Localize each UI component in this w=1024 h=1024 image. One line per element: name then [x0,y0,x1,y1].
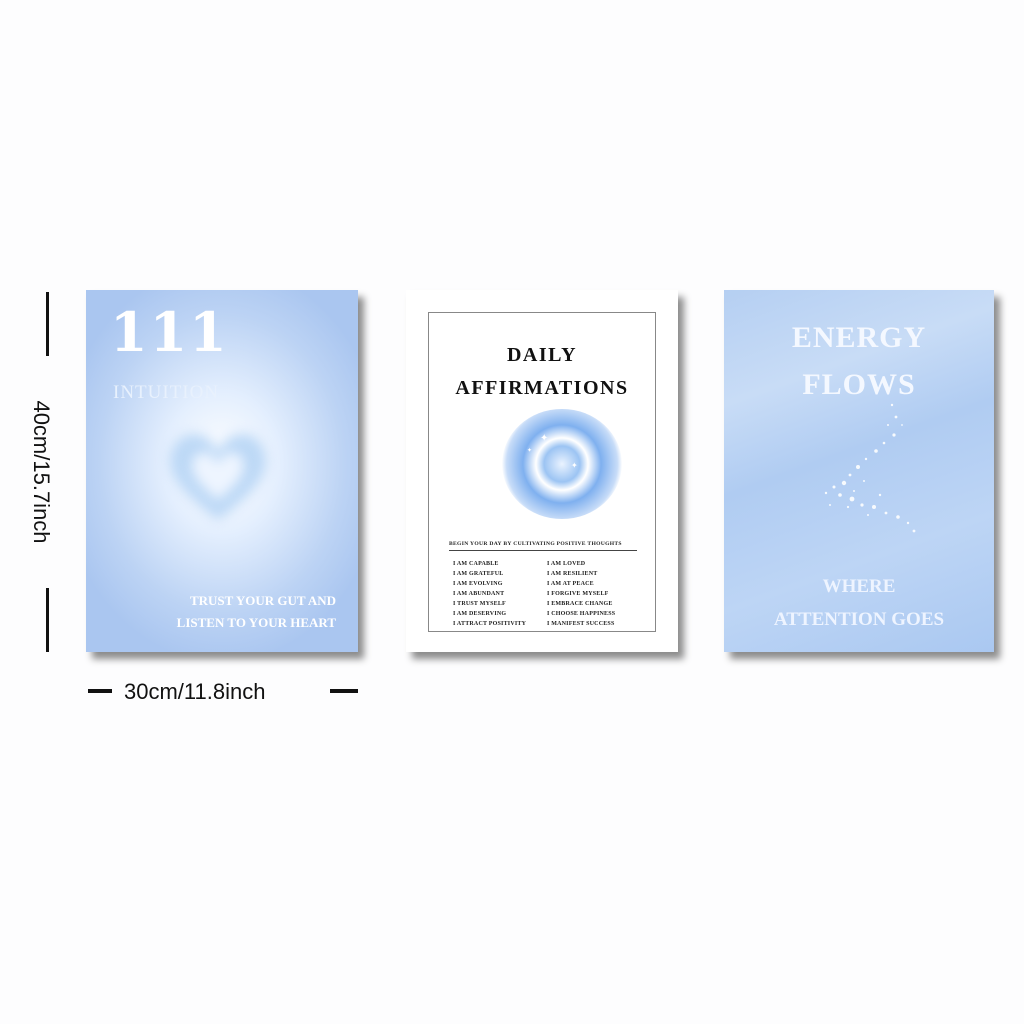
affirmation-item: I CHOOSE HAPPINESS [547,611,616,617]
height-label: 40cm/15.7inch [29,400,54,544]
affirmation-item: I AM GRATEFUL [453,571,504,577]
poster-title: DAILY AFFIRMATIONS [429,339,655,405]
title-line-1: DAILY [506,344,578,366]
affirmation-item: I AM LOVED [547,561,586,567]
height-bar-top [46,292,49,356]
sparkle-icon: ✦ [540,433,549,444]
heart-icon [158,420,278,530]
poster-subtitle: INTUITION [113,382,220,403]
affirmation-item: I ATTRACT POSITIVITY [453,621,527,627]
poster-energy-flows: ENERGY FLOWS WHERE ATTENTION GOES [724,290,994,652]
subtitle-line-1: WHERE [822,576,896,597]
title-line-1: ENERGY [791,321,927,354]
title-line-2: AFFIRMATIONS [455,377,629,399]
poster-intuition: 111 INTUITION TRUST YOUR GUT AND LISTEN … [86,290,358,652]
affirmations-left: I AM CAPABLE I AM GRATEFUL I AM EVOLVING… [453,559,526,629]
width-label: 30cm/11.8inch [124,679,266,704]
affirmation-item: I FORGIVE MYSELF [547,591,609,597]
height-bar-bottom [46,588,49,652]
subtitle-line-2: ATTENTION GOES [773,609,945,630]
affirmation-item: I MANIFEST SUCCESS [547,621,615,627]
affirmations-right: I AM LOVED I AM RESILIENT I AM AT PEACE … [547,559,615,629]
affirmation-item: I AM DESERVING [453,611,507,617]
affirmation-item: I AM ABUNDANT [453,591,505,597]
inner-frame: DAILY AFFIRMATIONS ✦ ✦ ✦ BEGIN YOUR DAY … [428,312,656,632]
affirmation-item: I AM AT PEACE [547,581,594,587]
message-line-2: LISTEN TO YOUR HEART [176,615,336,630]
poster-daily-affirmations: DAILY AFFIRMATIONS ✦ ✦ ✦ BEGIN YOUR DAY … [406,290,678,652]
sparkle-icon: ✦ [527,447,533,454]
affirmation-item: I EMBRACE CHANGE [547,601,613,607]
affirmation-item: I AM RESILIENT [547,571,598,577]
affirmation-item: I AM CAPABLE [453,561,499,567]
sparkle-icon: ✦ [571,461,578,470]
affirmation-item: I TRUST MYSELF [453,601,506,607]
poster-message: TRUST YOUR GUT AND LISTEN TO YOUR HEART [96,590,336,634]
width-bar-right [330,689,358,693]
aura-orb-icon [502,409,622,519]
intro-text: BEGIN YOUR DAY BY CULTIVATING POSITIVE T… [449,541,637,551]
affirmation-item: I AM EVOLVING [453,581,503,587]
poster-number: 111 [110,300,229,364]
poster-title: ENERGY FLOWS [724,314,994,408]
width-bar-left [88,689,112,693]
message-line-1: TRUST YOUR GUT AND [189,593,336,608]
poster-subtitle: WHERE ATTENTION GOES [724,570,994,636]
sparkle-trail-icon [824,403,916,533]
